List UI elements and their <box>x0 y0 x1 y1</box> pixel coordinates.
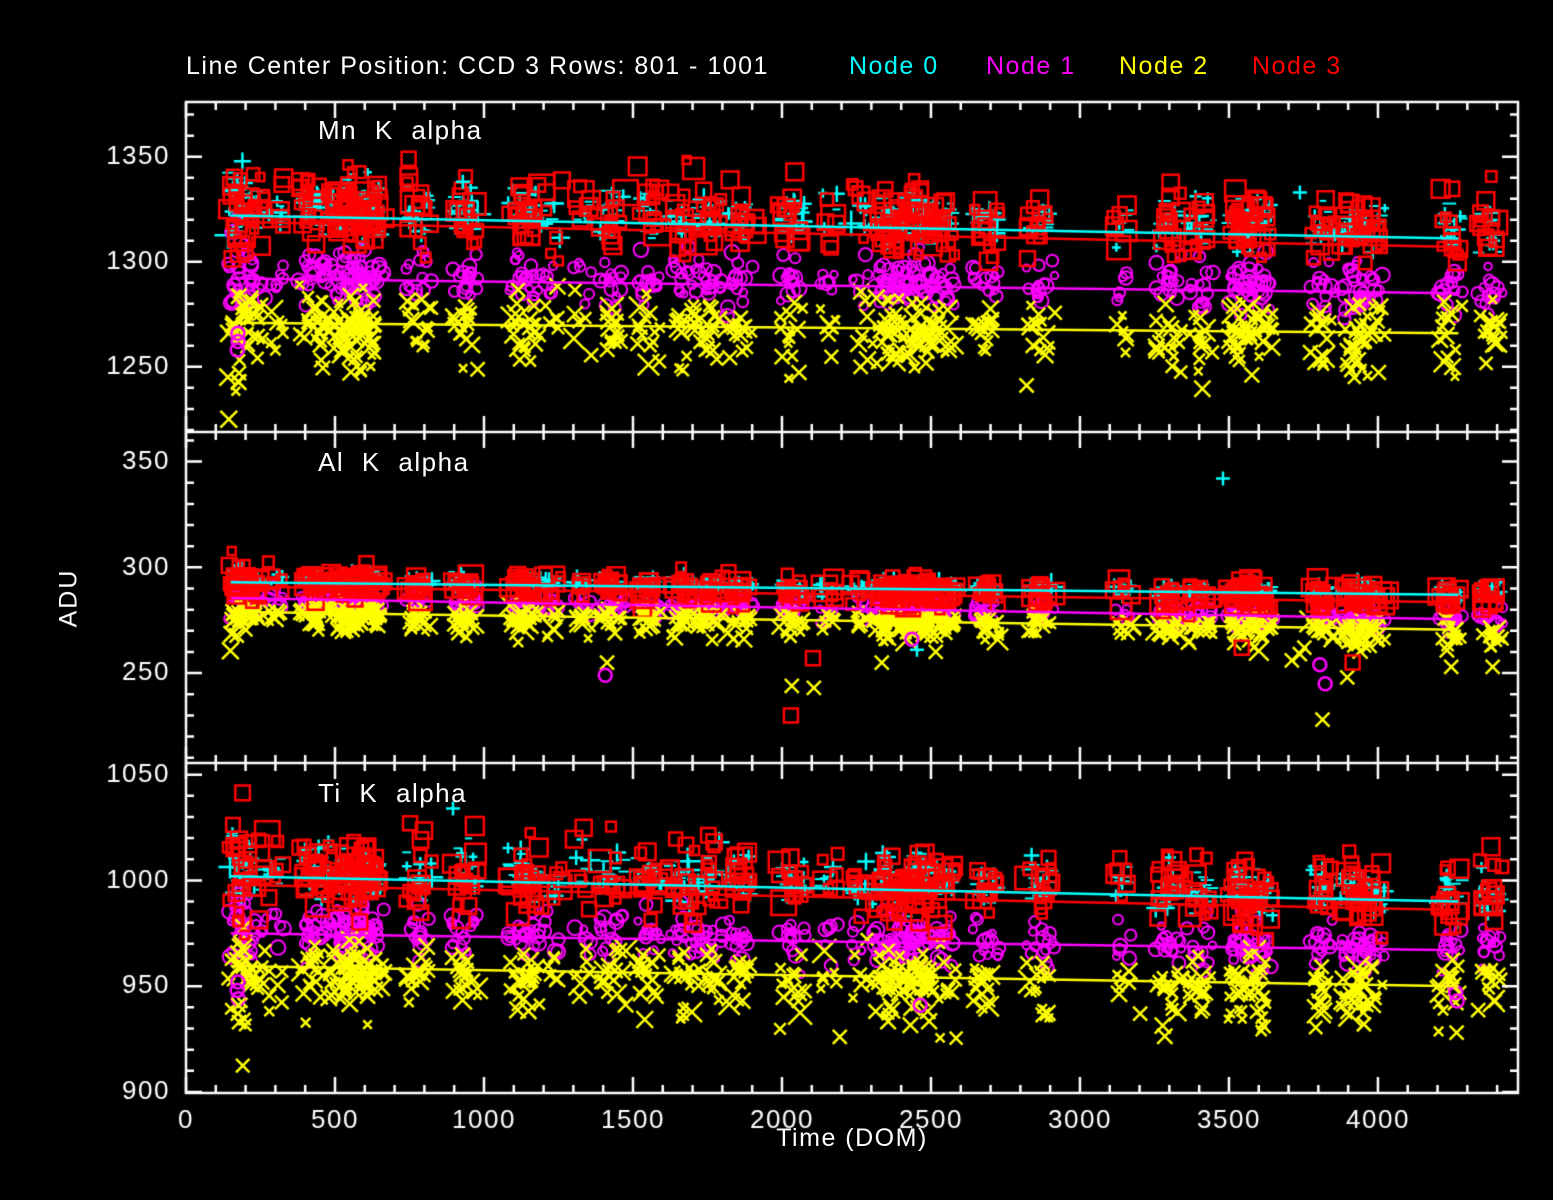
x-axis-label: Time (DOM) <box>776 1124 928 1153</box>
legend-node-3: Node 3 <box>1252 52 1342 81</box>
y-axis-label: ADU <box>55 569 84 628</box>
panel-title-ti-k-alpha: Ti K alpha <box>318 778 467 809</box>
figure-title: Line Center Position: CCD 3 Rows: 801 - … <box>186 52 769 81</box>
legend-node-2: Node 2 <box>1119 52 1209 81</box>
legend-node-1: Node 1 <box>986 52 1076 81</box>
ccd3-line-center-plot-canvas <box>0 0 1553 1200</box>
panel-title-mn-k-alpha: Mn K alpha <box>318 115 483 146</box>
panel-title-al-k-alpha: Al K alpha <box>318 447 470 478</box>
legend-node-0: Node 0 <box>849 52 939 81</box>
line-center-position-figure: Line Center Position: CCD 3 Rows: 801 - … <box>0 0 1553 1200</box>
